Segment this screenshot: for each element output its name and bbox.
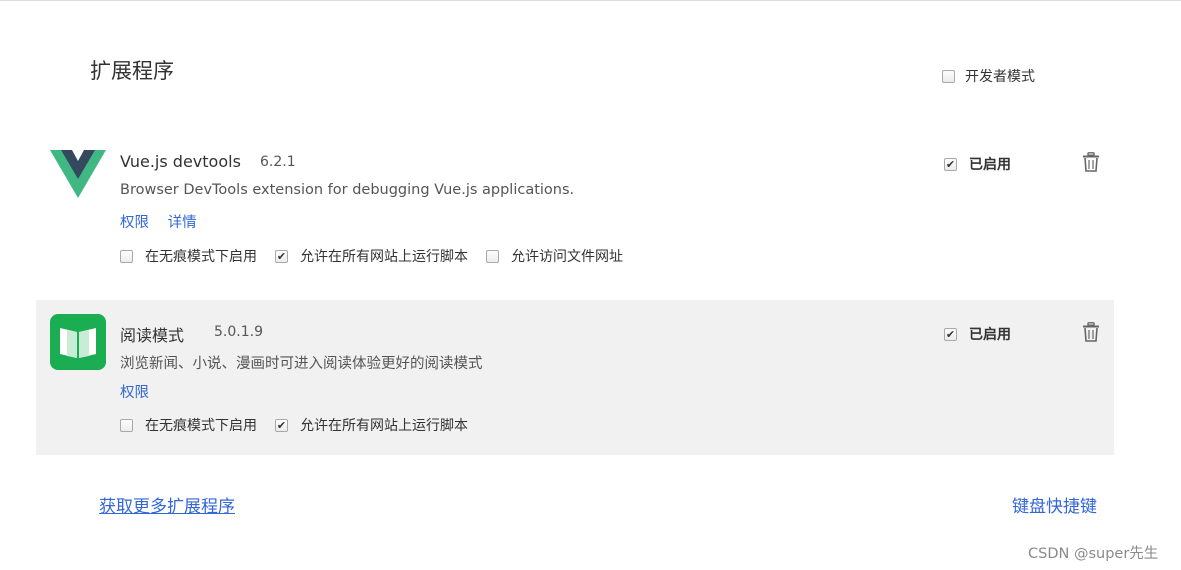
extension-links: 权限: [120, 381, 163, 402]
extension-version: 5.0.1.9: [214, 324, 263, 340]
keyboard-shortcuts-link[interactable]: 键盘快捷键: [1012, 492, 1097, 517]
option-file-urls[interactable]: 允许访问文件网址: [486, 246, 623, 266]
option-all-sites[interactable]: 允许在所有网站上运行脚本: [275, 415, 468, 435]
watermark: CSDN @super先生: [1028, 546, 1159, 562]
all-sites-checkbox[interactable]: [275, 249, 288, 263]
extension-links: 权限 详情: [120, 211, 211, 232]
option-label: 允许在所有网站上运行脚本: [300, 249, 468, 265]
extension-options: 在无痕模式下启用 允许在所有网站上运行脚本: [120, 415, 486, 435]
option-label: 在无痕模式下启用: [145, 249, 257, 265]
option-label: 允许在所有网站上运行脚本: [300, 418, 468, 434]
enabled-label: 已启用: [969, 157, 1011, 173]
option-incognito[interactable]: 在无痕模式下启用: [120, 415, 257, 435]
option-label: 允许访问文件网址: [511, 249, 623, 265]
developer-mode-toggle[interactable]: 开发者模式: [942, 66, 1035, 86]
extension-description: Browser DevTools extension for debugging…: [120, 182, 575, 198]
enabled-checkbox[interactable]: [944, 327, 957, 341]
enabled-toggle[interactable]: 已启用: [944, 154, 1011, 174]
enabled-checkbox[interactable]: [944, 157, 957, 171]
vue-logo-icon: [50, 150, 106, 198]
permissions-link[interactable]: 权限: [120, 215, 149, 231]
incognito-checkbox[interactable]: [120, 249, 133, 263]
trash-icon[interactable]: [1082, 322, 1100, 342]
extension-options: 在无痕模式下启用 允许在所有网站上运行脚本 允许访问文件网址: [120, 246, 641, 266]
reader-book-icon: [50, 314, 106, 370]
extension-name: Vue.js devtools: [120, 152, 241, 171]
permissions-link[interactable]: 权限: [120, 385, 149, 401]
option-incognito[interactable]: 在无痕模式下启用: [120, 246, 257, 266]
get-more-extensions-link[interactable]: 获取更多扩展程序: [99, 492, 235, 517]
top-divider: [0, 0, 1181, 1]
option-label: 在无痕模式下启用: [145, 418, 257, 434]
all-sites-checkbox[interactable]: [275, 418, 288, 432]
extension-version: 6.2.1: [260, 154, 296, 170]
extension-name: 阅读模式: [120, 326, 185, 345]
incognito-checkbox[interactable]: [120, 418, 133, 432]
extension-card-vue-devtools: Vue.js devtools 6.2.1 Browser DevTools e…: [36, 128, 1114, 288]
extension-description: 浏览新闻、小说、漫画时可进入阅读体验更好的阅读模式: [120, 356, 483, 372]
developer-mode-checkbox[interactable]: [942, 69, 955, 83]
enabled-label: 已启用: [969, 327, 1011, 343]
details-link[interactable]: 详情: [168, 215, 197, 231]
developer-mode-label: 开发者模式: [965, 69, 1035, 85]
option-all-sites[interactable]: 允许在所有网站上运行脚本: [275, 246, 468, 266]
page-title: 扩展程序: [90, 59, 174, 83]
enabled-toggle[interactable]: 已启用: [944, 324, 1011, 344]
extension-card-reader-mode: 阅读模式 5.0.1.9 浏览新闻、小说、漫画时可进入阅读体验更好的阅读模式 权…: [36, 300, 1114, 455]
file-urls-checkbox[interactable]: [486, 249, 499, 263]
trash-icon[interactable]: [1082, 152, 1100, 172]
